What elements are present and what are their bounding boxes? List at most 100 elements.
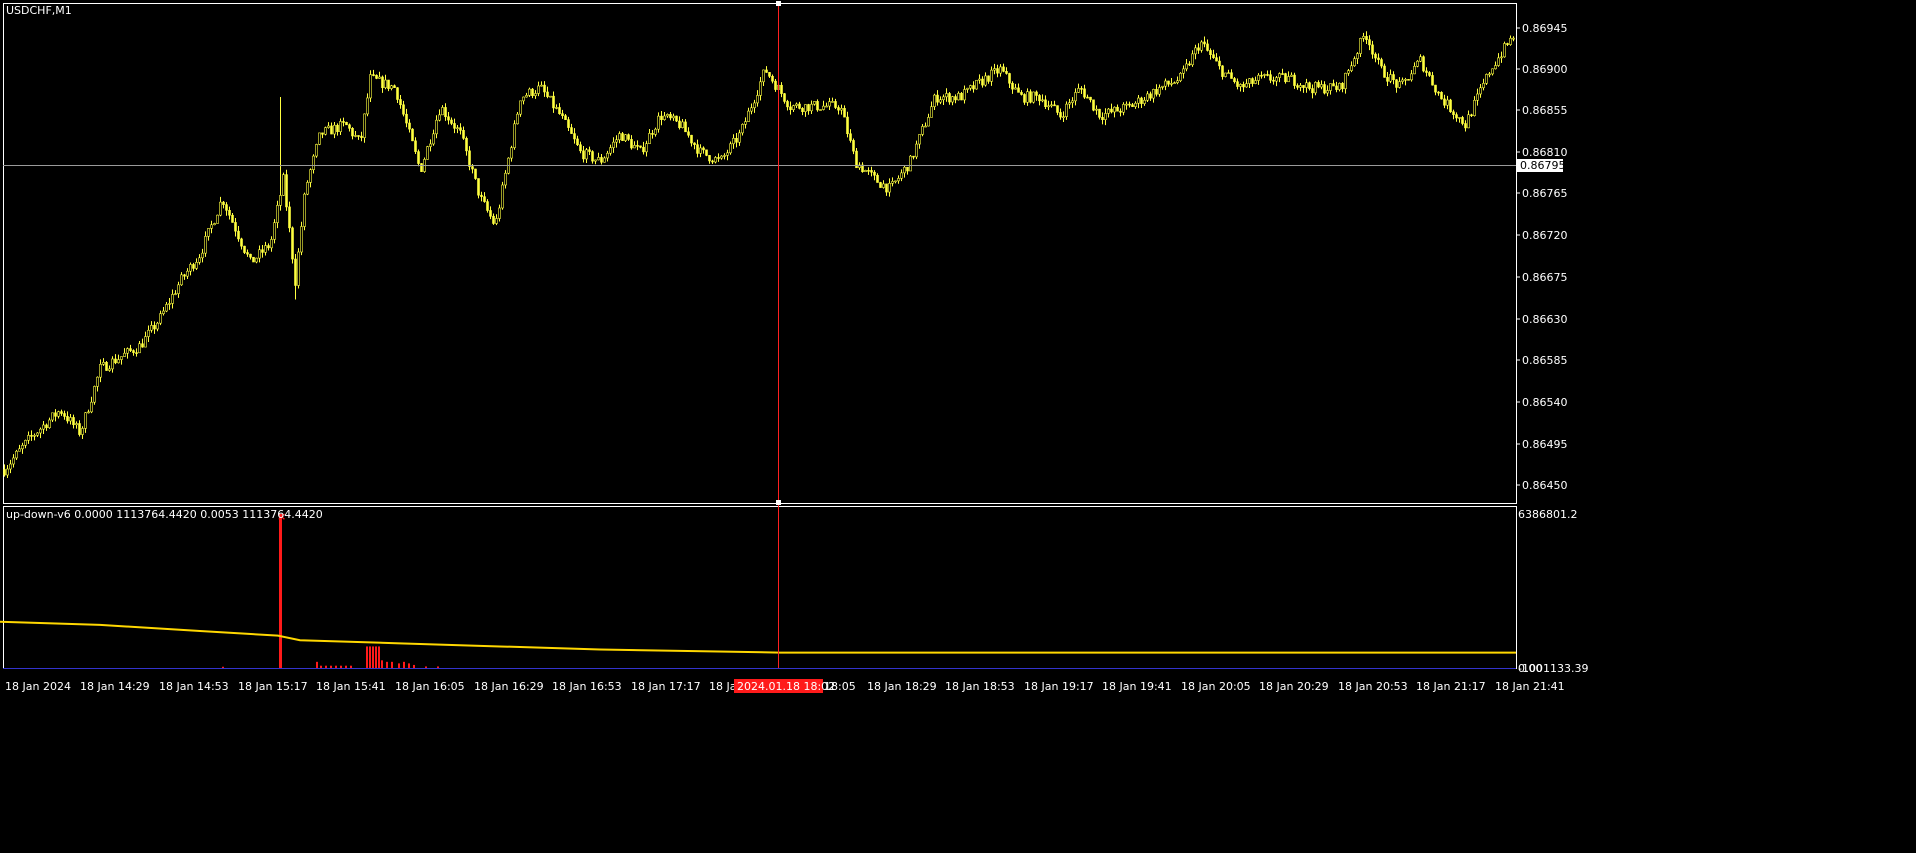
candle-body [1290,74,1293,77]
candle-body [534,93,537,96]
candle-body [1185,63,1188,70]
candle-body [81,428,84,435]
candle-body [579,144,582,152]
candle-body [1239,84,1242,87]
candle-body [66,416,69,422]
candle-body [1116,106,1119,112]
candle-body [807,104,810,112]
candle-body [1422,56,1425,72]
candle-body [621,133,624,141]
candle-body [384,79,387,89]
candle-body [1311,88,1314,94]
candle-body [1323,84,1326,94]
crosshair-handle-top[interactable] [776,1,781,6]
candle-body [1146,93,1149,101]
candle-body [1488,73,1491,76]
candle-body [375,74,378,79]
candle-body [885,183,888,193]
indicator-bar [437,666,439,668]
candle-body [312,155,315,170]
time-label: 18 Jan 14:29 [80,680,150,693]
candle-body [705,149,708,156]
candle-body [1230,72,1233,79]
candle-body [1140,97,1143,104]
candle-body [1119,110,1122,113]
candle-body [234,222,237,232]
candle-body [264,245,267,253]
candle-body [1173,82,1176,84]
candle-body [276,205,279,223]
candle-body [852,140,855,152]
candle-body [1338,82,1341,90]
candle-body [1236,81,1239,87]
candle-body [249,253,252,258]
price-tick: 0.86900 [1516,63,1568,76]
chart-window[interactable]: × USDCHF,M1 up-down-v6 0.0000 1113764.44… [0,0,1916,850]
candle-body [531,88,534,96]
candle-body [780,84,783,94]
candle-body [984,75,987,86]
candle-body [1014,87,1017,90]
candle-body [1317,82,1320,88]
candle-body [1281,73,1284,75]
candle-body [348,124,351,129]
candle-body [453,123,456,129]
candle-body [1452,111,1455,115]
crosshair-handle-bottom[interactable] [776,500,781,505]
candle-body [948,93,951,103]
candle-body [324,127,327,135]
candle-body [411,128,414,142]
candle-body [1437,91,1440,94]
chart-canvas[interactable]: × USDCHF,M1 up-down-v6 0.0000 1113764.44… [0,0,1916,850]
candle-body [153,325,156,330]
candle-body [474,168,477,179]
candle-body [1335,85,1338,90]
candle-body [102,362,105,365]
candle-body [528,88,531,96]
candle-body [231,214,234,223]
candle-body [447,116,450,121]
svg-text:0.86765: 0.86765 [1522,187,1568,200]
candle-body [972,85,975,90]
candle-body [204,236,207,254]
candle-body [810,103,813,112]
candle-body [258,249,261,259]
price-tick: 0.86675 [1516,271,1568,284]
indicator-bar [391,661,393,668]
candle-body [543,84,546,93]
svg-text:0.86540: 0.86540 [1522,396,1568,409]
time-label: 18 Jan 16:53 [552,680,622,693]
candle-body [60,411,63,414]
candle-body [747,110,750,122]
indicator-bar [398,663,400,668]
candle-body [1176,80,1179,83]
candle-body [468,150,471,167]
candle-body [513,123,516,148]
time-label: 18 Jan 18:53 [945,680,1015,693]
candle-body [1149,93,1152,99]
svg-text:0.86495: 0.86495 [1522,438,1568,451]
candle-body [930,106,933,118]
candle-body [240,238,243,247]
candle-body [1329,83,1332,91]
candle-body [633,145,636,149]
candle-body [294,258,297,286]
candle-body [888,182,891,193]
indicator-bar [340,665,342,668]
candle-body [819,109,822,111]
time-label: 18 Jan 15:41 [316,680,386,693]
indicator-bar [375,646,377,668]
candle-body [1044,99,1047,108]
candle-body [1398,81,1401,88]
candle-body [495,218,498,224]
indicator-bar [330,665,332,668]
candle-body [1029,91,1032,103]
candle-body [1344,72,1347,90]
candle-body [177,284,180,294]
candle-body [63,413,66,417]
candle-body [837,107,840,111]
candle-body [540,84,543,87]
indicator-bar [413,664,415,668]
indicator-bar [372,646,374,668]
candle-body [519,100,522,115]
